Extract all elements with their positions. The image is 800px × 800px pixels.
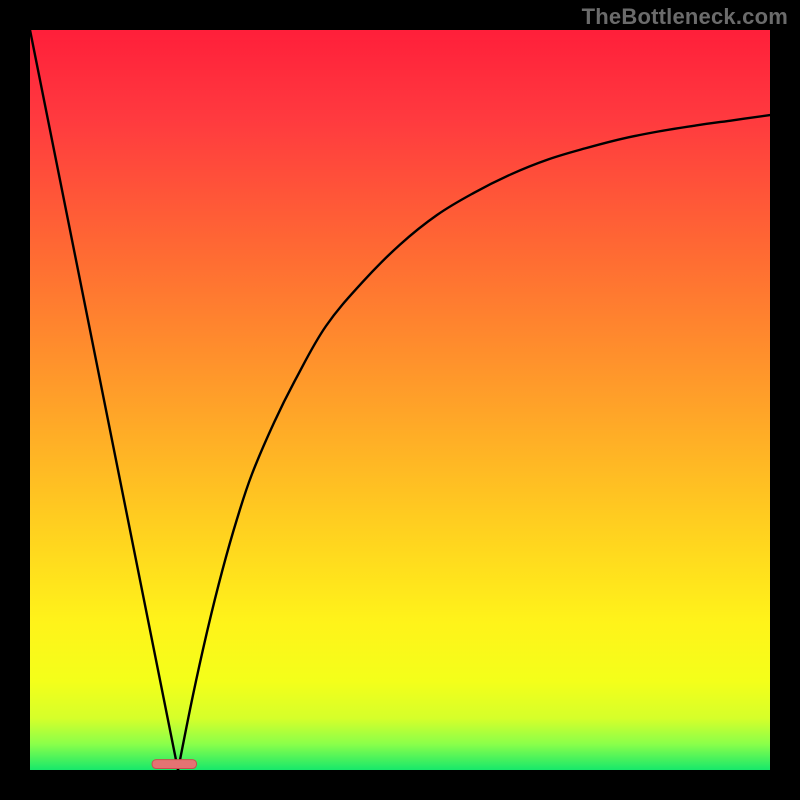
optimum-marker	[152, 760, 196, 769]
watermark-text: TheBottleneck.com	[582, 4, 788, 30]
bottleneck-chart	[0, 0, 800, 800]
plot-background	[30, 30, 770, 770]
chart-frame: TheBottleneck.com	[0, 0, 800, 800]
